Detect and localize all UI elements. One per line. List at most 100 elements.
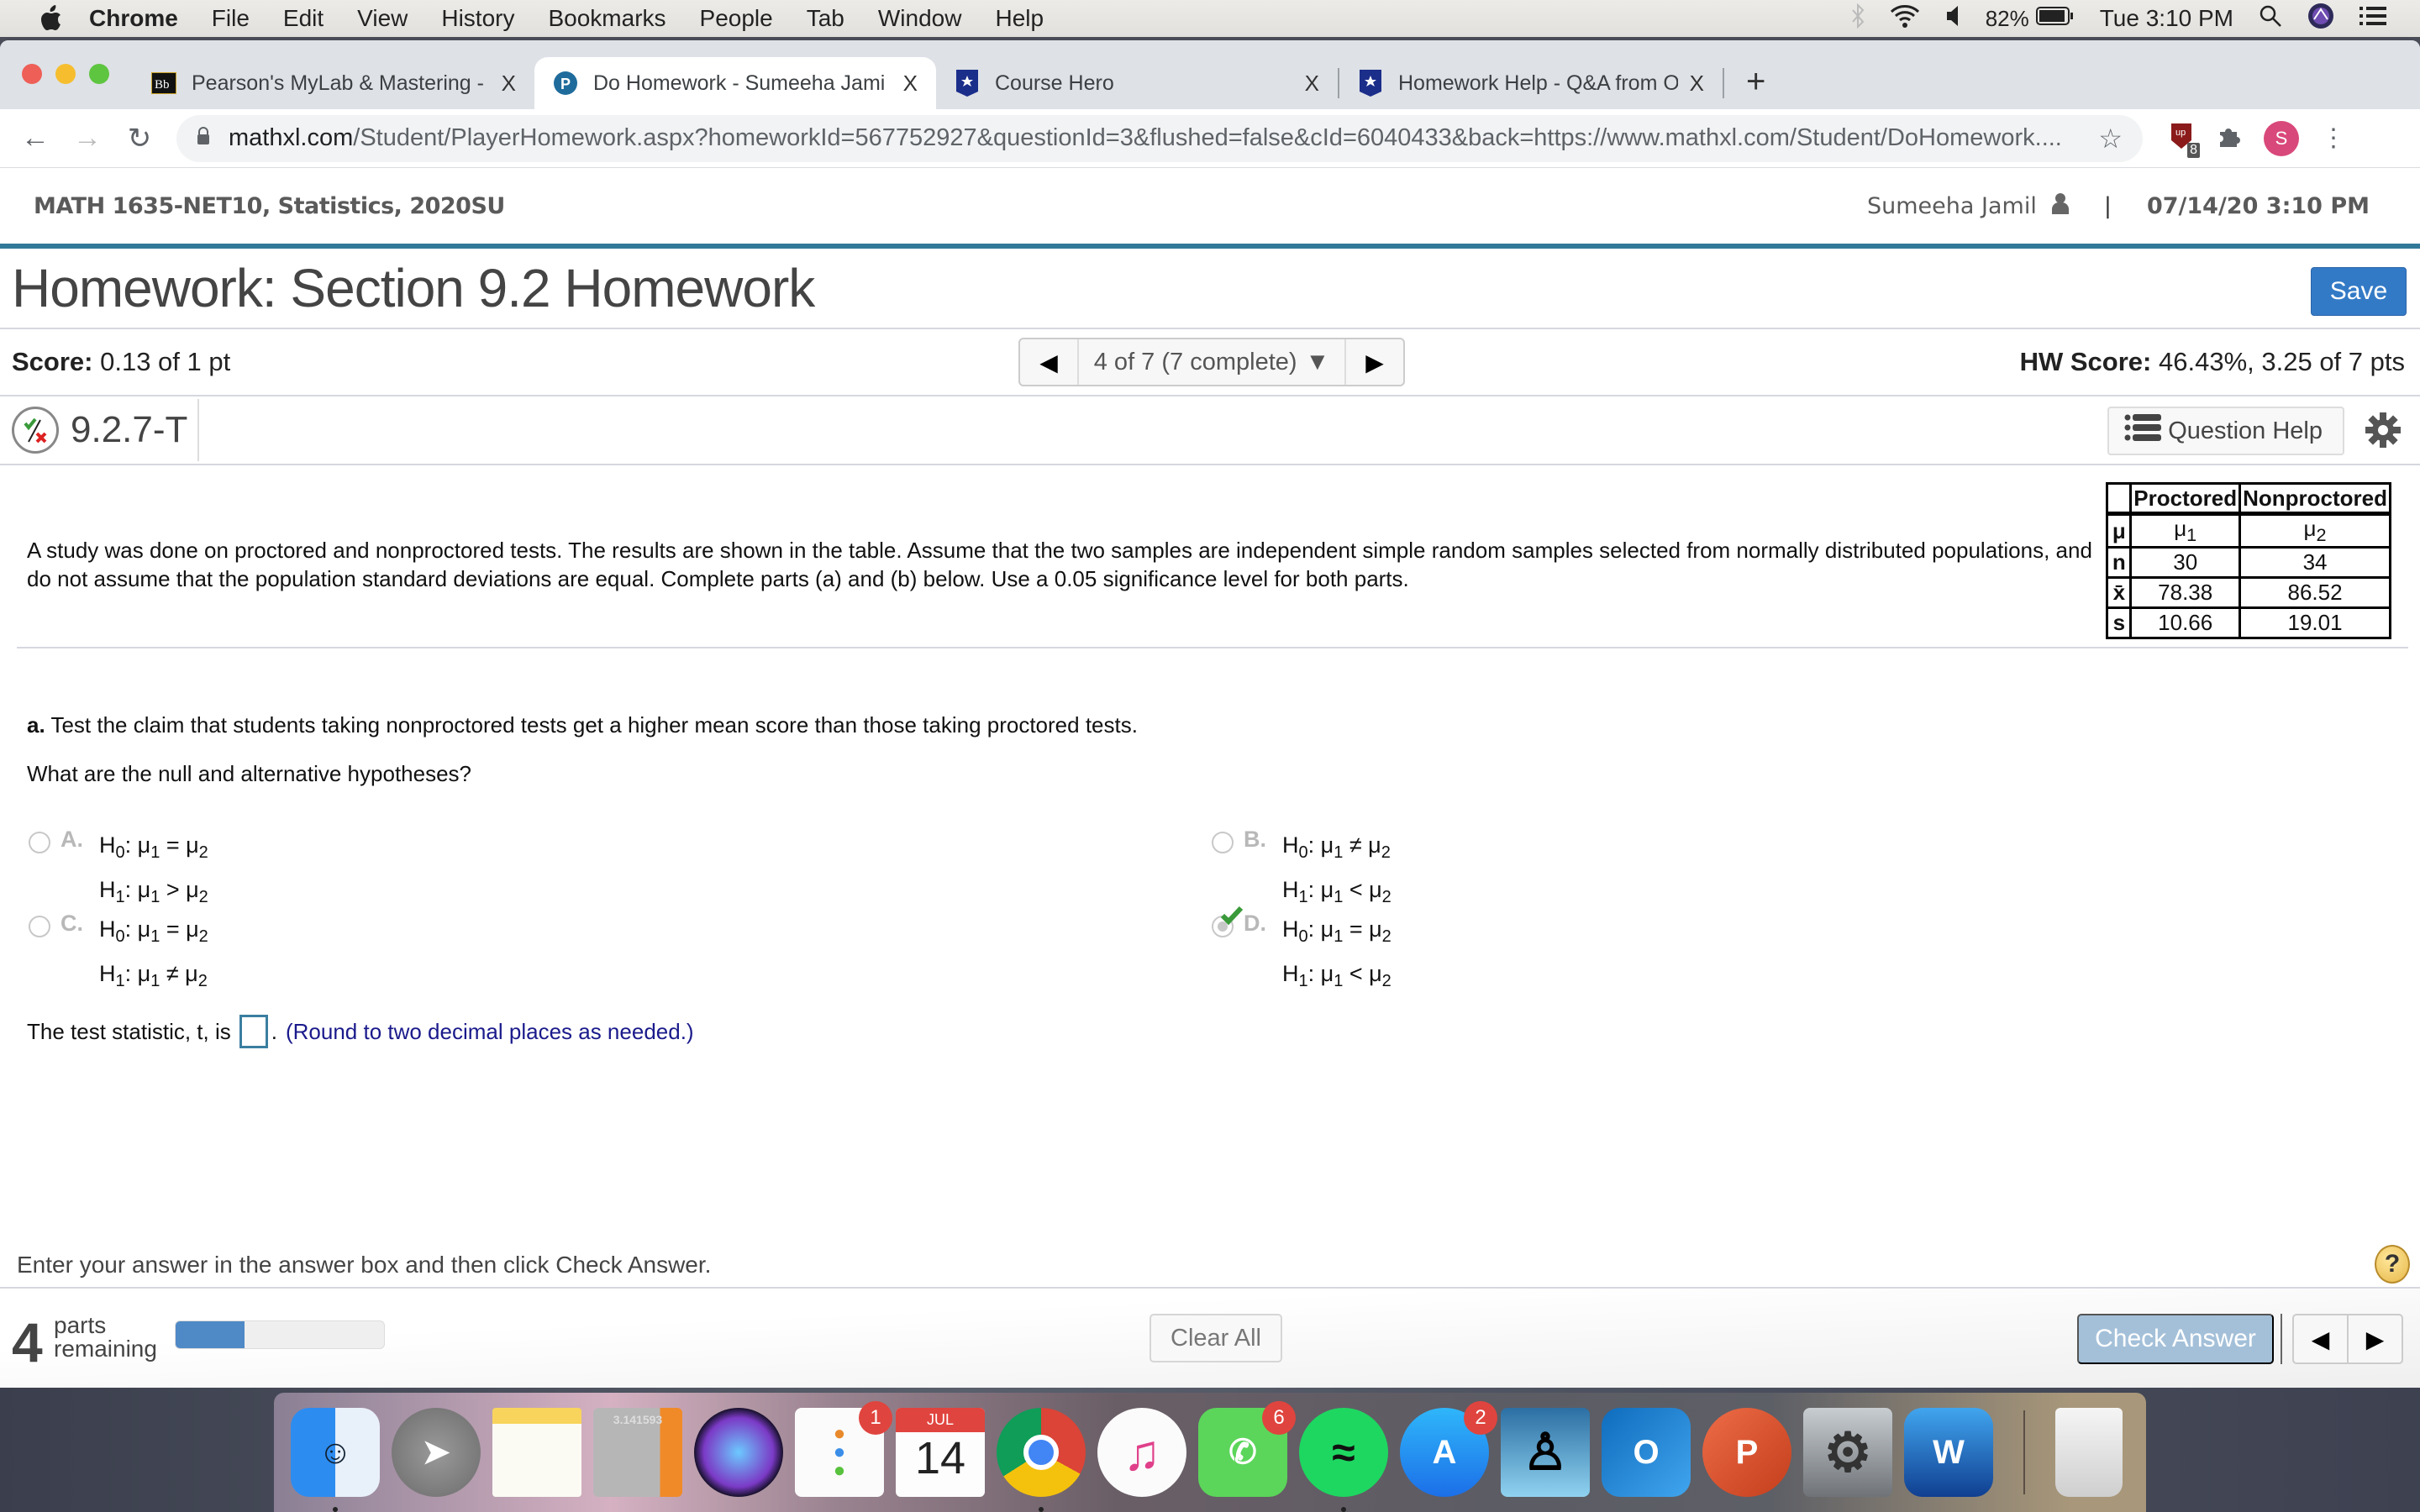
row-label: x̄ — [2106, 576, 2133, 610]
apple-menu-icon[interactable] — [39, 4, 64, 33]
menu-view[interactable]: View — [357, 5, 408, 32]
dock-system-preferences[interactable]: ⚙ — [1803, 1408, 1892, 1497]
dock-reminders[interactable]: ● ● ● 1 — [795, 1401, 892, 1497]
bookmark-star-icon[interactable]: ☆ — [2098, 123, 2123, 155]
close-window-button[interactable] — [22, 64, 42, 84]
menu-window[interactable]: Window — [878, 5, 962, 32]
tab-pearson-mylab[interactable]: Bb Pearson's MyLab & Mastering - X — [133, 57, 534, 109]
menu-bookmarks[interactable]: Bookmarks — [548, 5, 666, 32]
dock-notes[interactable] — [492, 1408, 581, 1497]
menu-chrome[interactable]: Chrome — [89, 5, 178, 32]
new-tab-button[interactable]: + — [1746, 63, 1765, 101]
profile-avatar[interactable]: S — [2264, 120, 2299, 156]
menu-people[interactable]: People — [700, 5, 773, 32]
test-statistic-input[interactable] — [239, 1015, 268, 1048]
dock-finder[interactable]: ☺ — [291, 1408, 380, 1512]
cell-subscript: 1 — [2186, 524, 2197, 546]
radio-button[interactable] — [29, 832, 50, 853]
alternative-hypothesis: H1: μ1 < μ2 — [1282, 877, 1392, 906]
option-a[interactable]: A. H0: μ1 = μ2 H1: μ1 > μ2 — [29, 827, 208, 916]
lock-icon[interactable] — [197, 124, 210, 152]
cell-mu: μ — [2303, 516, 2317, 541]
problem-text: A study was done on proctored and nonpro… — [27, 538, 2092, 591]
dock-spotify[interactable]: ≈ — [1299, 1408, 1388, 1512]
tab-separator — [1723, 68, 1724, 98]
question-id-row: 9.2.7-T Question Help — [0, 396, 2420, 465]
close-tab-icon[interactable]: X — [502, 71, 516, 97]
previous-question-button[interactable]: ◀ — [2294, 1315, 2347, 1362]
zoom-window-button[interactable] — [89, 64, 109, 84]
extension-shield-icon[interactable]: up 8 — [2171, 122, 2200, 158]
dock-app-store[interactable]: A2 — [1400, 1401, 1497, 1497]
hypotheses: H0: μ1 = μ2 H1: μ1 < μ2 — [1282, 911, 1392, 1000]
powerpoint-icon: P — [1735, 1433, 1759, 1471]
close-tab-icon[interactable]: X — [1305, 71, 1319, 97]
menu-clock[interactable]: Tue 3:10 PM — [2100, 5, 2233, 32]
dock-kindle[interactable]: ♙ — [1501, 1408, 1590, 1497]
address-bar[interactable]: mathxl.com/Student/PlayerHomework.aspx?h… — [176, 114, 2143, 162]
chrome-icon — [1023, 1435, 1059, 1470]
gear-icon[interactable] — [2365, 412, 2402, 453]
clear-all-button[interactable]: Clear All — [1150, 1314, 1282, 1362]
wifi-icon[interactable] — [1890, 3, 1920, 34]
running-indicator — [1039, 1507, 1044, 1512]
user-icon[interactable] — [2051, 192, 2069, 220]
alternative-hypothesis: H1: μ1 < μ2 — [1282, 961, 1392, 990]
url-text[interactable]: mathxl.com/Student/PlayerHomework.aspx?h… — [229, 124, 2098, 152]
data-table: Proctored Nonproctored μ μ1 μ2 n 30 34 x… — [2106, 482, 2391, 640]
minimize-window-button[interactable] — [55, 64, 76, 84]
dock-facetime[interactable]: ✆ 6 — [1198, 1401, 1296, 1497]
svg-text:up: up — [2175, 128, 2186, 138]
next-question-button[interactable]: ▶ — [1346, 339, 1403, 385]
option-c[interactable]: C. H0: μ1 = μ2 H1: μ1 ≠ μ2 — [29, 911, 208, 1000]
dock-launchpad[interactable]: ➤ — [392, 1408, 481, 1497]
menu-help[interactable]: Help — [995, 5, 1044, 32]
dock-chrome[interactable] — [997, 1408, 1086, 1512]
close-tab-icon[interactable]: X — [903, 71, 918, 97]
dock-itunes[interactable]: ♫ — [1097, 1408, 1186, 1497]
question-selector-dropdown[interactable]: 4 of 7 (7 complete) ▼ — [1077, 339, 1346, 385]
user-name[interactable]: Sumeeha Jamil — [1867, 193, 2037, 219]
menu-edit[interactable]: Edit — [283, 5, 324, 32]
close-tab-icon[interactable]: X — [1690, 71, 1704, 97]
bluetooth-icon[interactable] — [1851, 3, 1865, 34]
dock-trash[interactable] — [2055, 1408, 2123, 1497]
dock-separator — [2023, 1410, 2025, 1494]
siri-icon[interactable] — [2307, 3, 2334, 35]
menu-tab[interactable]: Tab — [807, 5, 844, 32]
dock-word[interactable]: W — [1904, 1408, 1993, 1497]
spotlight-icon[interactable] — [2259, 4, 2282, 34]
previous-question-button[interactable]: ◀ — [1020, 339, 1077, 385]
menu-file[interactable]: File — [212, 5, 250, 32]
reload-button[interactable]: ↻ — [123, 122, 156, 155]
check-answer-button[interactable]: Check Answer — [2077, 1314, 2274, 1364]
tab-do-homework[interactable]: P Do Homework - Sumeeha Jami X — [534, 57, 936, 109]
radio-button[interactable] — [1212, 832, 1234, 853]
option-b[interactable]: B. H0: μ1 ≠ μ2 H1: μ1 < μ2 — [1212, 827, 1392, 916]
volume-icon[interactable] — [1945, 4, 1960, 34]
operator: = — [166, 832, 180, 858]
dock-outlook[interactable]: O — [1602, 1408, 1691, 1497]
chrome-menu-icon[interactable]: ⋮ — [2321, 123, 2346, 153]
homework-title-row: Homework: Section 9.2 Homework Save — [0, 249, 2420, 329]
menu-history[interactable]: History — [441, 5, 514, 32]
next-question-button[interactable]: ▶ — [2347, 1315, 2402, 1362]
dock-calendar[interactable]: JUL 14 — [896, 1408, 985, 1497]
dock-siri[interactable] — [694, 1408, 783, 1497]
save-button[interactable]: Save — [2311, 267, 2407, 316]
rounding-hint: (Round to two decimal places as needed.) — [285, 1018, 694, 1044]
tab-homework-help[interactable]: Homework Help - Q&A from Or X — [1339, 57, 1723, 109]
radio-button[interactable] — [29, 916, 50, 937]
extensions-puzzle-icon[interactable] — [2217, 123, 2242, 153]
help-question-icon[interactable]: ? — [2375, 1245, 2410, 1284]
table-cell: 10.66 — [2129, 606, 2242, 640]
tab-course-hero[interactable]: Course Hero X — [936, 57, 1338, 109]
forward-button[interactable]: → — [71, 122, 104, 155]
back-button[interactable]: ← — [18, 122, 52, 155]
option-d[interactable]: D. H0: μ1 = μ2 H1: μ1 < μ2 — [1212, 906, 1392, 1000]
battery-icon[interactable] — [2035, 5, 2075, 32]
notification-center-icon[interactable] — [2360, 5, 2386, 33]
question-help-button[interactable]: Question Help — [2107, 407, 2344, 455]
dock-powerpoint[interactable]: P — [1702, 1408, 1791, 1497]
dock-calculator[interactable]: 3.141593 — [593, 1408, 682, 1497]
